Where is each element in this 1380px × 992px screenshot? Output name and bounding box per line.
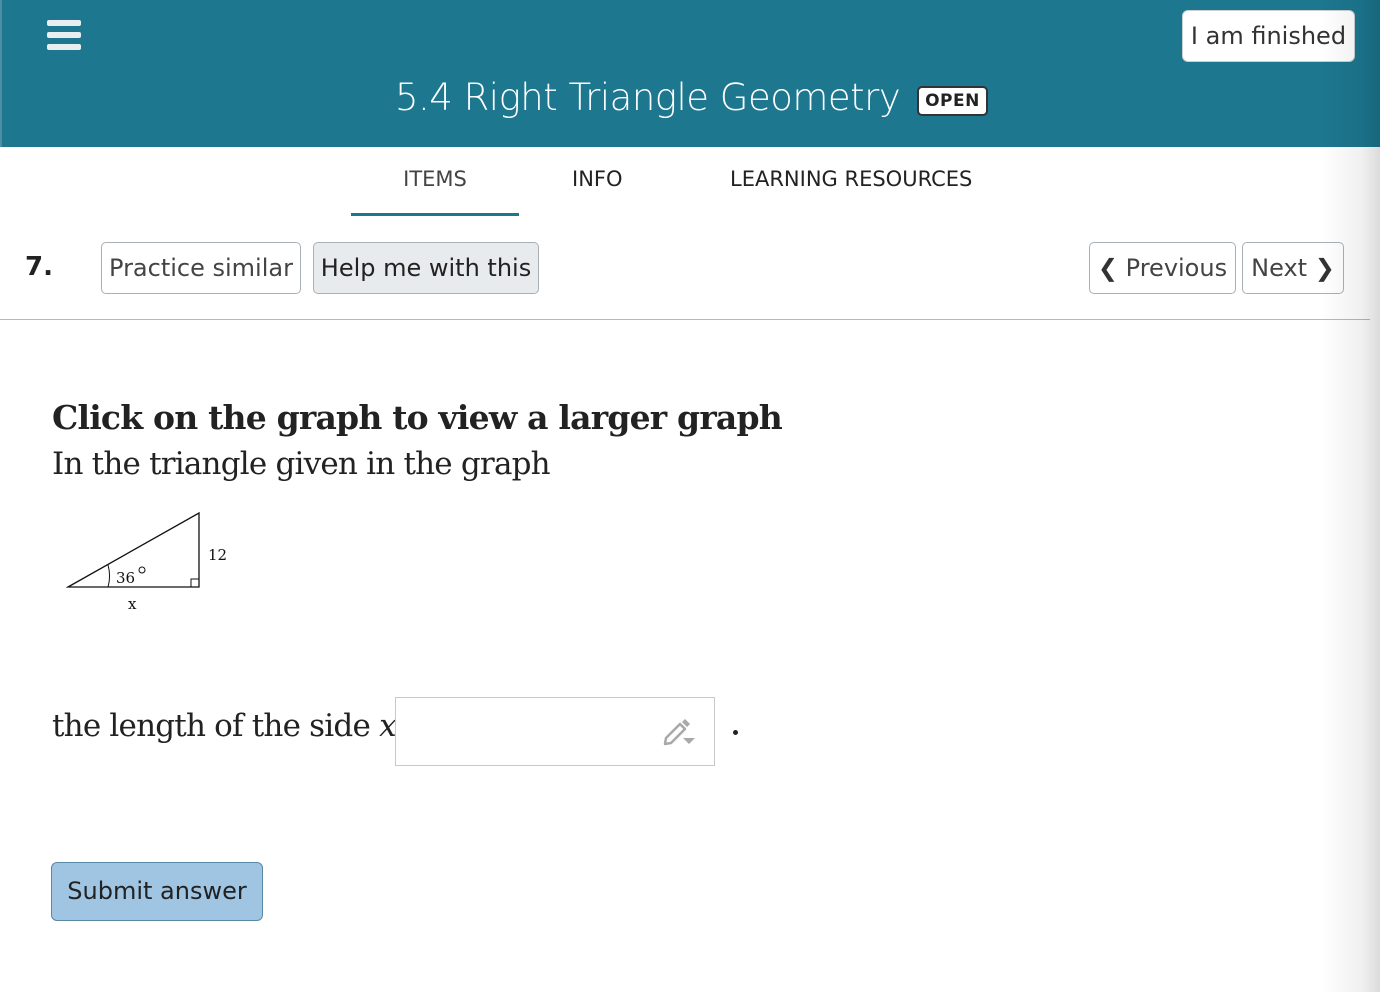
previous-button[interactable]: ❮ Previous — [1089, 242, 1236, 294]
assignment-title: 5.4 Right Triangle Geometry — [395, 76, 901, 119]
angle-label: 36 — [116, 569, 135, 587]
tab-items[interactable]: ITEMS — [351, 167, 519, 191]
i-am-finished-button[interactable]: I am finished — [1182, 10, 1355, 62]
practice-similar-button[interactable]: Practice similar — [101, 242, 301, 294]
answer-label-text: the length of the side — [52, 708, 380, 744]
question-number: 7. — [25, 252, 53, 282]
header-bar: 5.4 Right Triangle Geometry OPEN I am fi… — [0, 0, 1380, 147]
next-button[interactable]: Next ❯ — [1242, 242, 1344, 294]
chevron-left-icon: ❮ — [1097, 254, 1119, 282]
tab-learning-resources[interactable]: LEARNING RESOURCES — [730, 167, 972, 191]
adjacent-side-label: x — [128, 595, 137, 613]
opposite-side-label: 12 — [208, 546, 227, 564]
chevron-right-icon: ❯ — [1314, 254, 1335, 282]
next-label: Next — [1251, 254, 1308, 282]
trailing-period — [733, 730, 738, 735]
answer-label: the length of the side x = — [52, 708, 431, 744]
pencil-dropdown-icon[interactable] — [662, 718, 696, 748]
tab-info[interactable]: INFO — [572, 167, 623, 191]
tab-bar: ITEMS INFO LEARNING RESOURCES — [0, 147, 1380, 217]
previous-label: Previous — [1125, 254, 1228, 282]
active-tab-indicator — [351, 213, 519, 216]
help-me-with-this-button[interactable]: Help me with this — [313, 242, 539, 294]
right-angle-marker — [190, 578, 200, 588]
angle-arc — [107, 564, 110, 588]
question-prompt: In the triangle given in the graph — [52, 446, 551, 482]
status-badge: OPEN — [917, 86, 988, 116]
graph-instruction: Click on the graph to view a larger grap… — [52, 398, 783, 437]
triangle-graph[interactable]: 36 12 x — [60, 505, 240, 615]
degree-symbol — [138, 566, 146, 574]
answer-variable: x — [379, 708, 396, 744]
hamburger-menu-icon[interactable] — [47, 20, 83, 50]
divider — [0, 319, 1370, 320]
answer-input[interactable] — [395, 697, 715, 766]
submit-answer-button[interactable]: Submit answer — [51, 862, 263, 921]
